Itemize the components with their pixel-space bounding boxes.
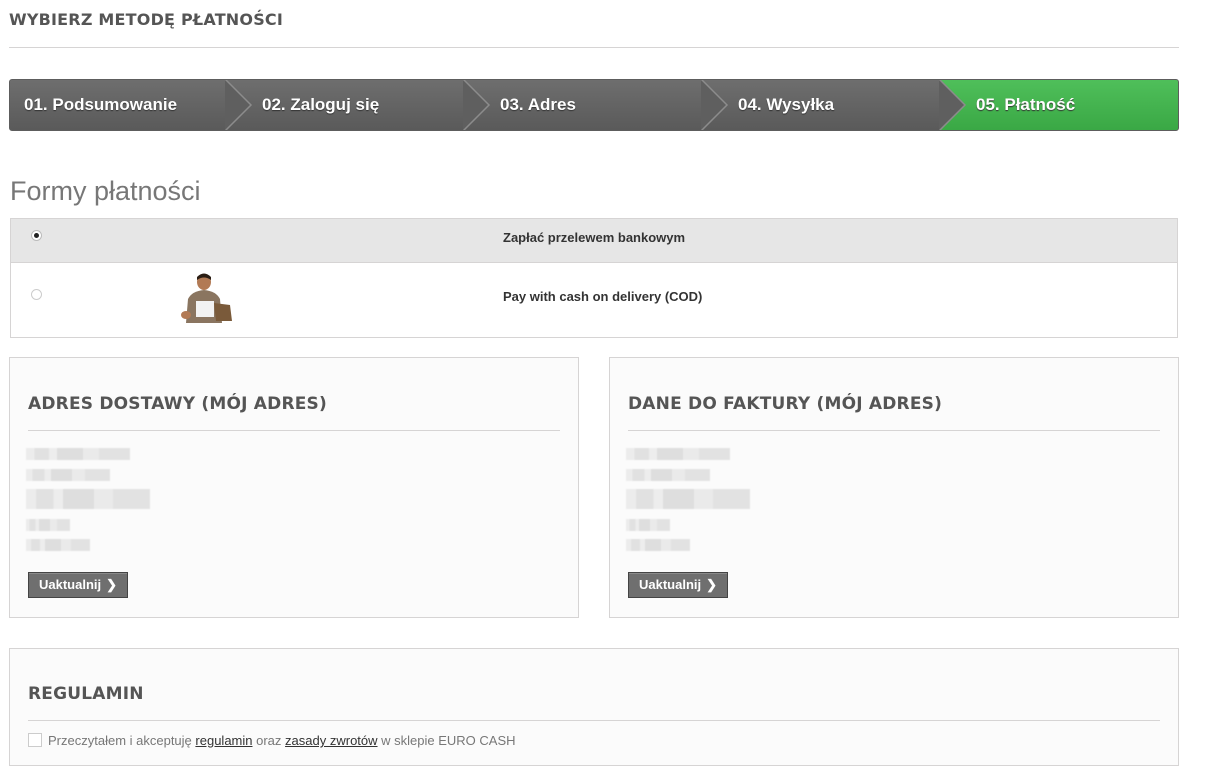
terms-text-mid: oraz <box>256 733 282 748</box>
step-shipping[interactable]: 04. Wysyłka <box>702 80 967 130</box>
payment-option-bank-transfer[interactable]: Zapłać przelewem bankowym <box>11 219 1177 263</box>
divider <box>28 430 560 431</box>
address-line <box>26 519 70 531</box>
step-login[interactable]: 02. Zaloguj się <box>226 80 491 130</box>
step-payment: 05. Płatność <box>940 80 1178 130</box>
update-invoice-address-button[interactable]: Uaktualnij ❯ <box>628 572 729 598</box>
radio-button[interactable] <box>31 230 42 241</box>
chevron-right-icon: ❯ <box>106 577 118 592</box>
address-line <box>626 489 750 509</box>
terms-box: REGULAMIN Przeczytałem i akceptuję regul… <box>9 648 1179 766</box>
address-line <box>626 469 710 481</box>
step-label: 05. Płatność <box>976 95 1076 114</box>
divider <box>628 430 1160 431</box>
step-label: 02. Zaloguj się <box>262 95 380 114</box>
payment-options-table: Zapłać przelewem bankowym Pay with cash … <box>10 218 1178 338</box>
step-arrow-icon <box>463 80 491 130</box>
terms-text-before: Przeczytałem i akceptuję <box>48 733 192 748</box>
checkout-steps: 01. Podsumowanie 02. Zaloguj się 03. Adr… <box>9 79 1179 131</box>
page-title: WYBIERZ METODĘ PŁATNOŚCI <box>9 8 1179 48</box>
terms-text: Przeczytałem i akceptuję regulamin oraz … <box>48 733 516 748</box>
address-line <box>26 448 130 460</box>
address-line <box>26 489 150 509</box>
terms-link[interactable]: regulamin <box>195 733 252 748</box>
invoice-address-title: DANE DO FAKTURY (MÓJ ADRES) <box>628 394 943 414</box>
terms-checkbox[interactable] <box>28 733 42 747</box>
terms-title: REGULAMIN <box>28 684 144 704</box>
payment-option-cod[interactable]: Pay with cash on delivery (COD) <box>11 263 1177 337</box>
address-line <box>26 469 110 481</box>
button-label: Uaktualnij <box>639 577 702 592</box>
update-delivery-address-button[interactable]: Uaktualnij ❯ <box>28 572 129 598</box>
step-summary[interactable]: 01. Podsumowanie <box>10 80 253 130</box>
step-label: 01. Podsumowanie <box>24 95 178 114</box>
payment-forms-title: Formy płatności <box>10 176 201 206</box>
step-arrow-icon <box>939 80 967 130</box>
step-address[interactable]: 03. Adres <box>464 80 729 130</box>
divider <box>28 720 1160 721</box>
address-line <box>26 539 90 551</box>
radio-button[interactable] <box>31 289 42 300</box>
invoice-address-box: DANE DO FAKTURY (MÓJ ADRES) Uaktualnij ❯ <box>609 357 1179 618</box>
address-line <box>626 539 690 551</box>
address-line <box>626 519 670 531</box>
chevron-right-icon: ❯ <box>706 577 718 592</box>
step-label: 04. Wysyłka <box>738 95 835 114</box>
step-arrow-icon <box>701 80 729 130</box>
payment-option-label[interactable]: Pay with cash on delivery (COD) <box>503 289 702 304</box>
terms-text-after: w sklepie EURO CASH <box>381 733 516 748</box>
delivery-address-title: ADRES DOSTAWY (MÓJ ADRES) <box>28 394 327 414</box>
returns-policy-link[interactable]: zasady zwrotów <box>285 733 377 748</box>
payment-option-label[interactable]: Zapłać przelewem bankowym <box>503 230 685 245</box>
delivery-address-box: ADRES DOSTAWY (MÓJ ADRES) Uaktualnij ❯ <box>9 357 579 618</box>
address-line <box>626 448 730 460</box>
step-label: 03. Adres <box>500 95 576 114</box>
button-label: Uaktualnij <box>39 577 102 592</box>
step-arrow-icon <box>225 80 253 130</box>
cod-person-icon <box>181 273 232 323</box>
